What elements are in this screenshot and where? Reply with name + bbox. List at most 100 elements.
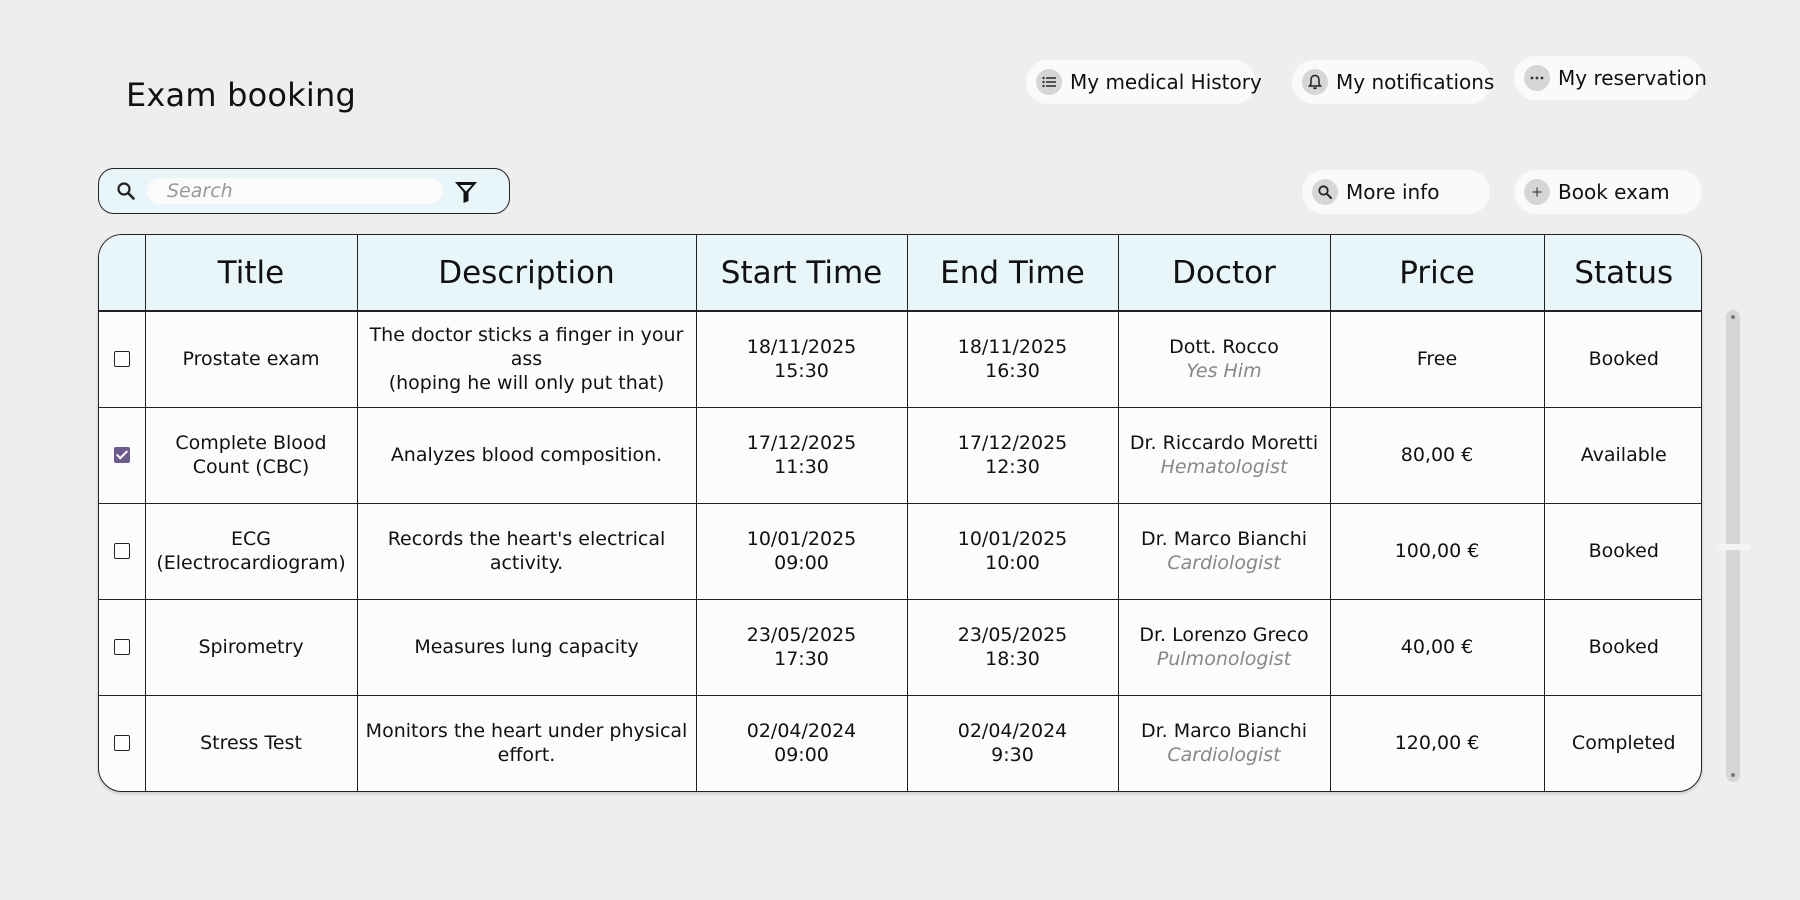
exam-title: Stress Test bbox=[200, 732, 302, 755]
doctor-specialty: Yes Him bbox=[1186, 360, 1262, 383]
status-cell: Booked bbox=[1543, 598, 1701, 696]
row-select-cell[interactable] bbox=[99, 502, 146, 600]
doctor-name: Dr. Lorenzo Greco bbox=[1139, 624, 1309, 646]
column-header-end-time[interactable]: End Time bbox=[906, 235, 1119, 312]
row-checkbox[interactable] bbox=[113, 351, 130, 368]
end-time-cell: 17/12/2025 12:30 bbox=[906, 406, 1119, 504]
my-reservation-label: My reservation bbox=[1558, 66, 1707, 90]
row-checkbox[interactable] bbox=[113, 543, 130, 559]
end-time: 10:00 bbox=[985, 552, 1040, 574]
my-medical-history-button[interactable]: My medical History bbox=[1026, 60, 1262, 104]
title-cell: Stress Test bbox=[144, 694, 358, 791]
table-row[interactable]: ECG (Electrocardiogram) Records the heart'… bbox=[99, 502, 1701, 600]
table-row[interactable]: Stress Test Monitors the heart under phys… bbox=[99, 694, 1701, 791]
table-row[interactable]: Spirometry Measures lung capacity 23/05/20… bbox=[99, 598, 1701, 696]
status-badge: Booked bbox=[1588, 348, 1659, 371]
end-time-cell: 10/01/2025 10:00 bbox=[906, 502, 1119, 600]
exam-price: 80,00 € bbox=[1400, 444, 1474, 466]
price-cell: Free bbox=[1329, 310, 1545, 408]
column-header-description[interactable]: Description bbox=[356, 235, 697, 312]
table-row[interactable]: Complete Blood Count (CBC) Analyzes blood … bbox=[99, 406, 1701, 504]
start-time: 09:00 bbox=[774, 744, 829, 767]
column-header-title[interactable]: Title bbox=[144, 235, 358, 312]
column-header-price[interactable]: Price bbox=[1329, 235, 1545, 312]
column-header-doctor[interactable]: Doctor bbox=[1117, 235, 1331, 312]
row-checkbox[interactable] bbox=[113, 447, 130, 463]
doctor-specialty: Cardiologist bbox=[1167, 552, 1281, 574]
column-header-start-time[interactable]: Start Time bbox=[695, 235, 908, 312]
more-dots-icon bbox=[1524, 65, 1550, 91]
scrollbar-thumb[interactable] bbox=[1716, 544, 1750, 550]
bell-icon bbox=[1302, 69, 1328, 95]
exam-title: Spirometry bbox=[198, 636, 304, 658]
status-cell: Completed bbox=[1543, 694, 1701, 791]
doctor-name: Dr. Riccardo Moretti bbox=[1129, 432, 1319, 454]
exam-table: Title Description Start Time End Time Do… bbox=[98, 234, 1702, 792]
my-medical-history-label: My medical History bbox=[1070, 70, 1262, 94]
doctor-specialty: Cardiologist bbox=[1167, 744, 1281, 767]
table-row[interactable]: Prostate exam The doctor sticks a finger … bbox=[99, 310, 1701, 408]
row-checkbox[interactable] bbox=[113, 639, 130, 655]
my-notifications-button[interactable]: My notifications bbox=[1292, 60, 1495, 104]
price-cell: 80,00 € bbox=[1329, 406, 1545, 504]
doctor-specialty: Pulmonologist bbox=[1156, 648, 1292, 670]
doctor-cell: Dr. Marco Bianchi Cardiologist bbox=[1117, 502, 1331, 600]
start-time-cell: 18/11/2025 15:30 bbox=[695, 310, 908, 408]
doctor-name: Dr. Marco Bianchi bbox=[1140, 528, 1308, 550]
status-cell: Available bbox=[1543, 406, 1701, 504]
book-exam-label: Book exam bbox=[1558, 180, 1670, 204]
exam-title: Prostate exam bbox=[182, 348, 320, 371]
exam-title: Count (CBC) bbox=[192, 456, 310, 478]
exam-description: Records the heart's electrical bbox=[387, 528, 666, 550]
row-select-cell[interactable] bbox=[99, 598, 146, 696]
price-cell: 120,00 € bbox=[1329, 694, 1545, 791]
end-time: 12:30 bbox=[985, 456, 1040, 478]
end-time: 18/11/2025 bbox=[957, 336, 1068, 359]
exam-description: activity. bbox=[489, 552, 564, 574]
table-scrollbar[interactable] bbox=[1716, 310, 1750, 782]
search-input[interactable] bbox=[147, 178, 443, 204]
exam-booking-page: Exam booking My medical History My notif… bbox=[0, 0, 1800, 900]
start-time: 09:00 bbox=[774, 552, 829, 574]
filter-icon[interactable] bbox=[453, 179, 479, 209]
row-checkbox[interactable] bbox=[113, 735, 130, 752]
my-reservation-button[interactable]: My reservation bbox=[1514, 56, 1707, 100]
exam-description: effort. bbox=[497, 744, 556, 767]
book-exam-button[interactable]: Book exam bbox=[1514, 170, 1702, 214]
start-time: 17/12/2025 bbox=[746, 432, 857, 454]
status-cell: Booked bbox=[1543, 310, 1701, 408]
more-info-label: More info bbox=[1346, 180, 1440, 204]
status-badge: Booked bbox=[1588, 540, 1659, 562]
title-cell: Prostate exam bbox=[144, 310, 358, 408]
start-time: 11:30 bbox=[774, 456, 829, 478]
doctor-specialty: Hematologist bbox=[1160, 456, 1288, 478]
row-select-cell[interactable] bbox=[99, 406, 146, 504]
end-time: 23/05/2025 bbox=[957, 624, 1068, 646]
exam-description: The doctor sticks a finger in your ass bbox=[369, 324, 684, 371]
start-time: 15:30 bbox=[774, 360, 829, 383]
start-time: 17:30 bbox=[774, 648, 829, 670]
column-header-status[interactable]: Status bbox=[1543, 235, 1701, 312]
plus-icon bbox=[1524, 179, 1550, 205]
doctor-name: Dott. Rocco bbox=[1169, 336, 1279, 359]
start-time-cell: 10/01/2025 09:00 bbox=[695, 502, 908, 600]
end-time: 16:30 bbox=[985, 360, 1040, 383]
price-cell: 40,00 € bbox=[1329, 598, 1545, 696]
row-select-cell[interactable] bbox=[99, 694, 146, 791]
scrollbar-bottom-marker bbox=[1731, 773, 1735, 777]
start-time-cell: 02/04/2024 09:00 bbox=[695, 694, 908, 791]
more-info-button[interactable]: More info bbox=[1302, 170, 1490, 214]
description-cell: Measures lung capacity bbox=[356, 598, 697, 696]
exam-price: 40,00 € bbox=[1400, 636, 1474, 658]
end-time: 17/12/2025 bbox=[957, 432, 1068, 454]
description-cell: Records the heart's electrical activity. bbox=[356, 502, 697, 600]
exam-price: 120,00 € bbox=[1394, 732, 1480, 755]
doctor-cell: Dott. Rocco Yes Him bbox=[1117, 310, 1331, 408]
end-time: 18:30 bbox=[985, 648, 1040, 670]
end-time: 02/04/2024 bbox=[957, 720, 1068, 743]
my-notifications-label: My notifications bbox=[1336, 70, 1495, 94]
end-time: 9:30 bbox=[991, 744, 1034, 767]
row-select-cell[interactable] bbox=[99, 310, 146, 408]
status-cell: Booked bbox=[1543, 502, 1701, 600]
price-cell: 100,00 € bbox=[1329, 502, 1545, 600]
